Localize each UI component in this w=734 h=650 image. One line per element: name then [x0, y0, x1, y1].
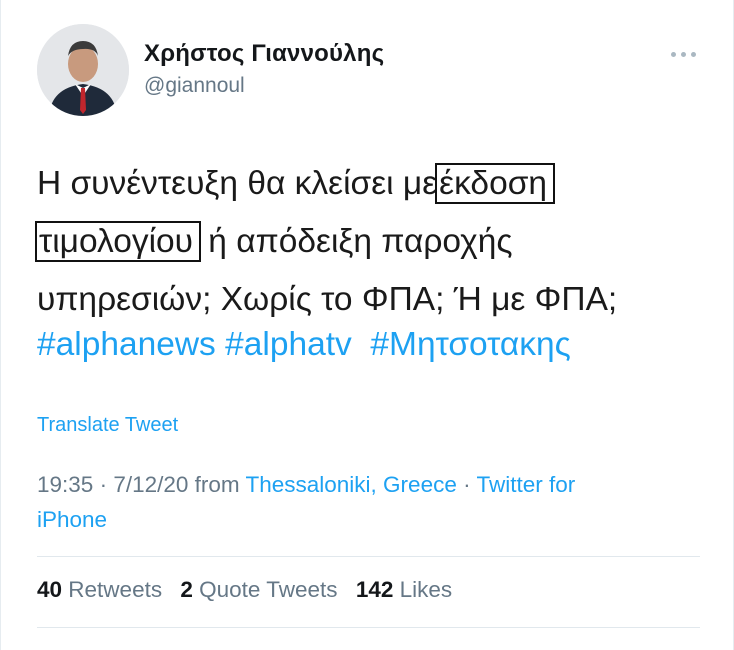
engagement-stats: 40 Retweets 2 Quote Tweets 142 Likes [37, 577, 464, 603]
highlighted-word: τιμολογίου [35, 221, 201, 262]
hashtags: #alphanews #alphatv #Μητσοτακης [37, 320, 571, 370]
author-handle[interactable]: @giannoul [144, 74, 245, 98]
translate-tweet-link[interactable]: Translate Tweet [37, 414, 178, 437]
hashtag-link[interactable]: #Μητσοτακης [370, 326, 570, 363]
divider [37, 556, 700, 557]
tweet-text-segment: ή απόδειξη παροχής [199, 223, 513, 260]
separator: · [93, 472, 114, 497]
more-horizontal-icon-dot [680, 51, 686, 57]
retweets-label: Retweets [68, 577, 163, 602]
avatar-photo [37, 24, 129, 116]
source-link-cont[interactable]: iPhone [37, 507, 107, 532]
tweet-time: 19:35 [37, 472, 94, 497]
tweet-card: Χρήστος Γιαννούλης @giannoul Η συνέντευξ… [0, 0, 734, 650]
separator: · [456, 472, 477, 497]
likes-count: 142 [355, 577, 394, 602]
quote-tweets-stat[interactable]: 2 Quote Tweets [180, 577, 337, 602]
retweets-stat[interactable]: 40 Retweets [37, 577, 162, 602]
location-link[interactable]: Thessaloniki, Greece [246, 472, 457, 497]
tweet-metadata: 19:35 · 7/12/20 from Thessaloniki, Greec… [37, 467, 707, 537]
quote-tweets-label: Quote Tweets [199, 577, 338, 602]
more-horizontal-icon-dot [690, 51, 696, 57]
hashtag-link[interactable]: #alphanews [37, 326, 216, 363]
tweet-text-segment: Η συνέντευξη θα κλείσει με [37, 165, 438, 202]
tweet-date: 7/12/20 [113, 472, 189, 497]
source-link[interactable]: Twitter for [476, 472, 575, 497]
tweet-line-2: τιμολογίου ή απόδειξη παροχής [35, 213, 697, 271]
avatar[interactable] [37, 24, 129, 116]
more-options-button[interactable] [667, 42, 699, 66]
tweet-line-1: Η συνέντευξη θα κλείσει μεέκδοση [37, 155, 697, 213]
highlighted-word: έκδοση [435, 163, 556, 204]
timestamp-link[interactable]: 19:35 · 7/12/20 [37, 472, 188, 497]
retweets-count: 40 [37, 577, 63, 602]
from-label: from [188, 472, 246, 497]
tweet-text: Η συνέντευξη θα κλείσει μεέκδοση τιμολογ… [35, 155, 697, 329]
likes-stat[interactable]: 142 Likes [356, 577, 452, 602]
divider [37, 627, 700, 628]
author-name[interactable]: Χρήστος Γιαννούλης [144, 40, 384, 68]
likes-label: Likes [399, 577, 453, 602]
more-horizontal-icon [670, 51, 676, 57]
quote-tweets-count: 2 [180, 577, 193, 602]
hashtag-link[interactable]: #alphatv [225, 326, 352, 363]
